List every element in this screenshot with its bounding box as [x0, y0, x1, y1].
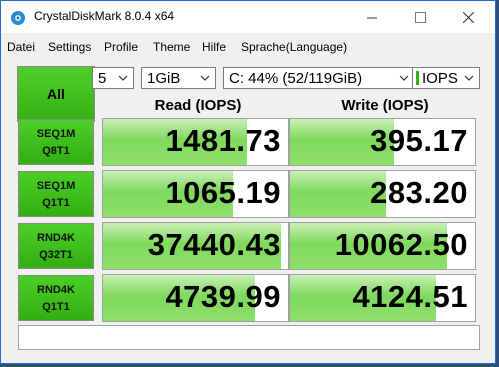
- test-seq1m-q1t1-button[interactable]: SEQ1M Q1T1: [18, 171, 94, 217]
- menu-theme[interactable]: Theme: [153, 40, 190, 54]
- read-result-cell: 37440.43: [102, 222, 289, 270]
- test-label-line2: Q1T1: [42, 197, 70, 209]
- test-rnd4k-q1t1-button[interactable]: RND4K Q1T1: [18, 275, 94, 321]
- read-value: 37440.43: [147, 227, 281, 262]
- close-button[interactable]: [445, 1, 491, 33]
- test-label-line1: SEQ1M: [36, 180, 76, 192]
- write-value: 283.20: [370, 175, 468, 210]
- app-icon: [11, 11, 25, 25]
- chevron-down-icon: [118, 75, 128, 81]
- unit-select[interactable]: IOPS: [412, 67, 480, 89]
- run-all-button[interactable]: All: [17, 66, 95, 122]
- maximize-button[interactable]: [397, 1, 443, 33]
- maximize-icon: [414, 11, 426, 23]
- menu-datei[interactable]: Datei: [7, 40, 35, 54]
- read-result-cell: 1065.19: [102, 170, 289, 218]
- test-label-line2: Q8T1: [42, 145, 70, 157]
- menu-language[interactable]: Sprache(Language): [241, 40, 347, 54]
- write-value: 4124.51: [352, 279, 468, 314]
- unit-indicator: [416, 71, 419, 85]
- test-count-value: 5: [98, 70, 107, 87]
- write-header: Write (IOPS): [341, 97, 429, 114]
- read-value: 1065.19: [165, 175, 281, 210]
- test-size-value: 1GiB: [147, 70, 181, 87]
- write-result-cell: 10062.50: [289, 222, 476, 270]
- chevron-down-icon: [464, 75, 474, 81]
- test-label-line1: RND4K: [37, 232, 75, 244]
- test-label-line2: Q32T1: [39, 249, 73, 261]
- menu-profile[interactable]: Profile: [104, 40, 138, 54]
- write-result-cell: 283.20: [289, 170, 476, 218]
- benchmark-panel: All 5 1GiB C: 44% (52/119GiB) IOPS Read …: [10, 59, 487, 357]
- read-value: 4739.99: [165, 279, 281, 314]
- title-bar[interactable]: CrystalDiskMark 8.0.4 x64: [1, 1, 495, 33]
- test-rnd4k-q32t1-button[interactable]: RND4K Q32T1: [18, 223, 94, 269]
- test-count-select[interactable]: 5: [92, 67, 134, 89]
- menu-hilfe[interactable]: Hilfe: [202, 40, 226, 54]
- menu-bar: Datei Settings Profile Theme Hilfe Sprac…: [1, 37, 495, 57]
- app-window: CrystalDiskMark 8.0.4 x64 Datei Settings…: [0, 0, 496, 364]
- close-icon: [462, 11, 474, 23]
- test-seq1m-q8t1-button[interactable]: SEQ1M Q8T1: [18, 119, 94, 165]
- minimize-icon: [366, 17, 377, 18]
- menu-settings[interactable]: Settings: [48, 40, 91, 54]
- write-value: 395.17: [370, 123, 468, 158]
- unit-value: IOPS: [422, 70, 458, 87]
- test-size-select[interactable]: 1GiB: [141, 67, 216, 89]
- comment-field[interactable]: [18, 325, 480, 350]
- read-header: Read (IOPS): [154, 97, 242, 114]
- read-result-cell: 4739.99: [102, 274, 289, 322]
- test-label-line2: Q1T1: [42, 301, 70, 313]
- read-result-cell: 1481.73: [102, 118, 289, 166]
- write-value: 10062.50: [334, 227, 468, 262]
- drive-select[interactable]: C: 44% (52/119GiB): [223, 67, 415, 89]
- read-value: 1481.73: [165, 123, 281, 158]
- drive-value: C: 44% (52/119GiB): [229, 70, 363, 87]
- write-result-cell: 4124.51: [289, 274, 476, 322]
- window-title: CrystalDiskMark 8.0.4 x64: [34, 9, 175, 23]
- chevron-down-icon: [399, 75, 409, 81]
- test-label-line1: RND4K: [37, 284, 75, 296]
- write-result-cell: 395.17: [289, 118, 476, 166]
- test-label-line1: SEQ1M: [36, 128, 76, 140]
- minimize-button[interactable]: [349, 1, 395, 33]
- chevron-down-icon: [200, 75, 210, 81]
